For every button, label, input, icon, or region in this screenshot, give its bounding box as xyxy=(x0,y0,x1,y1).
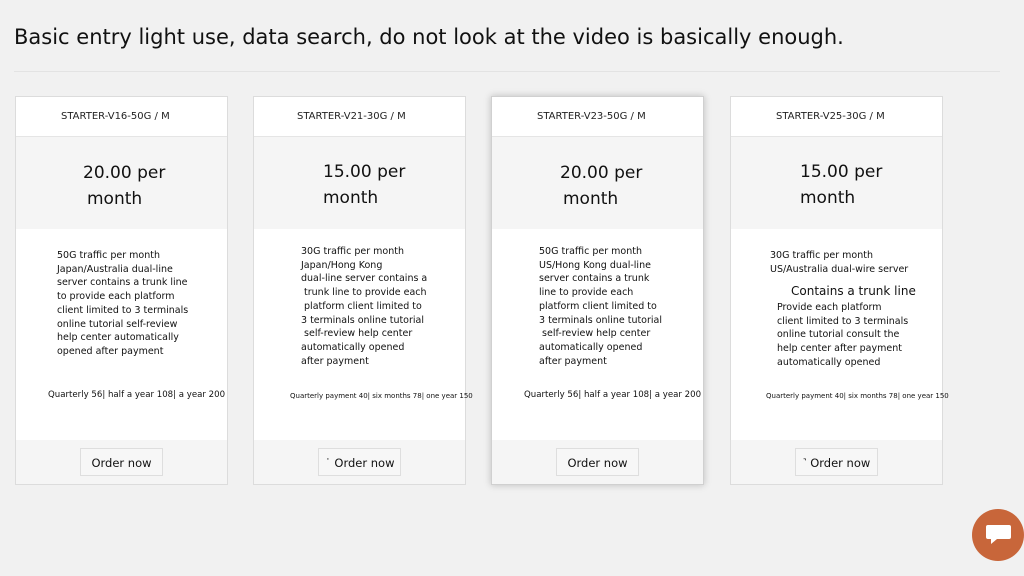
price-area: 20.00 per month xyxy=(16,137,227,229)
pricing-page: Basic entry light use, data search, do n… xyxy=(0,0,1024,576)
chat-bubble-icon xyxy=(986,525,1011,544)
plan-price: 20.00 per month xyxy=(560,163,643,209)
plan-title: STARTER-V16-50G / M xyxy=(16,97,227,137)
plan-card-v16: STARTER-V16-50G / M 20.00 per month 50G … xyxy=(15,96,228,485)
plan-price: 20.00 per month xyxy=(83,163,166,209)
order-now-button[interactable]: ˙ Order now xyxy=(318,448,401,476)
price-area: 15.00 per month xyxy=(731,137,942,229)
plan-price: 15.00 per month xyxy=(800,162,883,208)
page-heading: Basic entry light use, data search, do n… xyxy=(14,25,844,49)
card-footer: Order now xyxy=(492,440,703,484)
card-footer: ˺ Order now xyxy=(731,440,942,484)
plan-price: 15.00 per month xyxy=(323,162,406,208)
price-area: 15.00 per month xyxy=(254,137,465,229)
plan-billing-options: Quarterly payment 40| six months 78| one… xyxy=(766,392,949,400)
order-now-button[interactable]: ˺ Order now xyxy=(795,448,878,476)
card-footer: Order now xyxy=(16,440,227,484)
plan-card-v23: STARTER-V23-50G / M 20.00 per month 50G … xyxy=(491,96,704,485)
plan-features-more: Provide each platform client limited to … xyxy=(777,302,909,368)
plan-features: 30G traffic per month US/Australia dual-… xyxy=(770,250,909,275)
plan-card-v25: STARTER-V25-30G / M 15.00 per month 30G … xyxy=(730,96,949,485)
plan-features: 50G traffic per month Japan/Australia du… xyxy=(57,250,189,357)
price-area: 20.00 per month xyxy=(492,137,703,229)
plan-card-v21: STARTER-V21-30G / M 15.00 per month 30G … xyxy=(253,96,473,485)
plan-feature-highlight: Contains a trunk line xyxy=(791,284,916,298)
plan-title: STARTER-V23-50G / M xyxy=(492,97,703,137)
order-now-button[interactable]: Order now xyxy=(80,448,163,476)
plan-title: STARTER-V21-30G / M xyxy=(254,97,465,137)
divider xyxy=(14,71,1000,72)
card-footer: ˙ Order now xyxy=(254,440,465,484)
plan-billing-options: Quarterly 56| half a year 108| a year 20… xyxy=(524,390,702,400)
plan-billing-options: Quarterly 56| half a year 108| a year 20… xyxy=(48,390,226,400)
plan-billing-options: Quarterly payment 40| six months 78| one… xyxy=(290,392,473,400)
plan-features: 50G traffic per month US/Hong Kong dual-… xyxy=(539,246,663,367)
order-now-button[interactable]: Order now xyxy=(556,448,639,476)
plan-title: STARTER-V25-30G / M xyxy=(731,97,942,137)
chat-button[interactable] xyxy=(972,509,1024,561)
plan-features: 30G traffic per month Japan/Hong Kong du… xyxy=(301,246,428,367)
